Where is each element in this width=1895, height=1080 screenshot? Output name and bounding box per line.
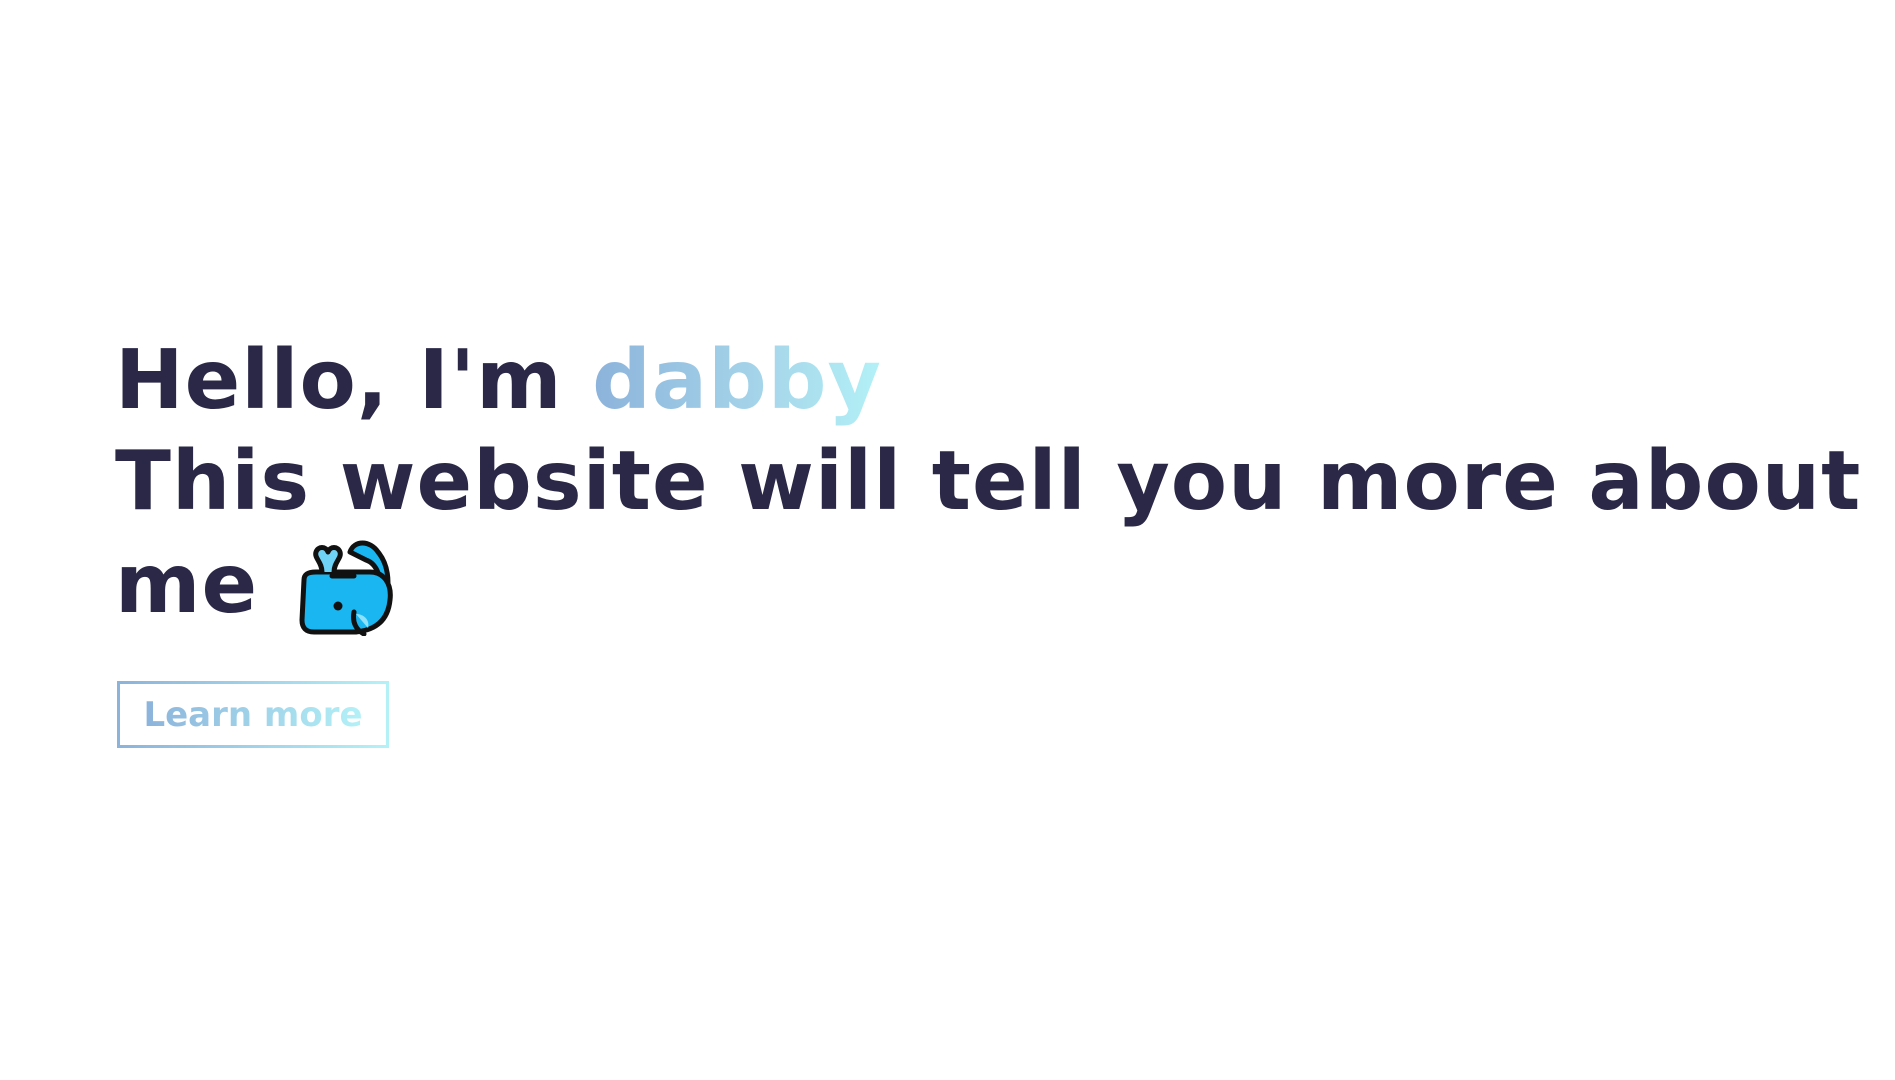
tagline-line-1: This website will tell you more about	[115, 434, 1862, 529]
name-highlight: dabby	[592, 333, 882, 428]
greeting-text: Hello, I'm	[115, 333, 593, 428]
learn-more-button[interactable]: Learn more	[117, 681, 389, 748]
tagline-line-2: me	[115, 532, 1815, 637]
greeting-line: Hello, I'm dabby	[115, 330, 1815, 431]
hero-section: Hello, I'm dabby This website will tell …	[115, 330, 1862, 637]
hero-headline: Hello, I'm dabby This website will tell …	[115, 330, 1862, 637]
learn-more-label: Learn more	[143, 694, 363, 735]
whale-icon	[292, 532, 396, 637]
tagline-line-2-text: me	[115, 537, 259, 632]
